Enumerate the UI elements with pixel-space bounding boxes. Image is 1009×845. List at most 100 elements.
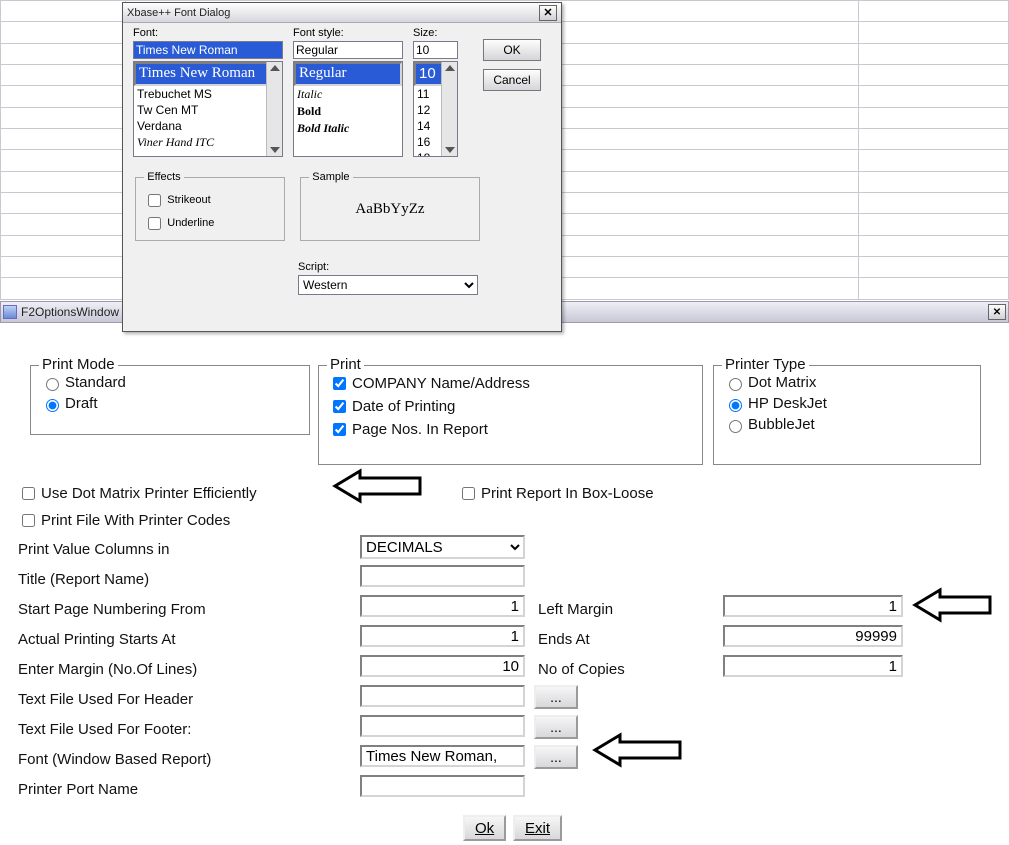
title-input[interactable] [360, 565, 525, 587]
leftmargin-input[interactable] [723, 595, 903, 617]
script-select[interactable]: Western [298, 275, 478, 295]
annotation-arrow-left-icon [590, 730, 690, 770]
font-dialog-close-button[interactable]: ✕ [539, 5, 557, 21]
value-columns-select[interactable]: DECIMALS [360, 535, 525, 559]
ok-button[interactable]: Ok [463, 815, 506, 841]
font-listbox[interactable]: Times New Roman Trebuchet MS Tw Cen MT V… [133, 61, 283, 157]
print-with-codes-checkbox[interactable] [22, 514, 35, 527]
font-list-item[interactable]: Trebuchet MS [134, 86, 282, 102]
font-dialog-titlebar: Xbase++ Font Dialog ✕ [123, 3, 561, 23]
print-mode-standard-radio[interactable] [46, 378, 59, 391]
font-input[interactable] [360, 745, 525, 767]
header-browse-button[interactable]: ... [534, 685, 578, 709]
margin-input[interactable] [360, 655, 525, 677]
strikeout-label: Strikeout [167, 194, 210, 206]
print-pagenos-checkbox[interactable] [333, 423, 346, 436]
print-pagenos-check[interactable]: Page Nos. In Report [329, 420, 692, 439]
font-dialog-cancel-button[interactable]: Cancel [483, 69, 541, 91]
style-list-item[interactable]: Regular [294, 62, 402, 86]
size-listbox[interactable]: 10 11 12 14 16 18 20 [413, 61, 458, 157]
printer-bubblejet[interactable]: BubbleJet [724, 416, 970, 433]
print-mode-draft-radio[interactable] [46, 399, 59, 412]
print-date-checkbox[interactable] [333, 400, 346, 413]
print-legend: Print [327, 356, 364, 373]
endsat-label: Ends At [538, 631, 590, 648]
print-mode-legend: Print Mode [39, 356, 118, 373]
port-input[interactable] [360, 775, 525, 797]
port-label: Printer Port Name [18, 781, 138, 798]
strikeout-checkbox[interactable] [148, 194, 161, 207]
font-list-item[interactable]: Tw Cen MT [134, 102, 282, 118]
exit-button[interactable]: Exit [513, 815, 562, 841]
underline-checkbox[interactable] [148, 217, 161, 230]
startpage-label: Start Page Numbering From [18, 601, 206, 618]
print-mode-draft[interactable]: Draft [41, 395, 299, 412]
style-list-item[interactable]: Bold [294, 103, 402, 120]
size-column-label: Size: [413, 27, 437, 39]
footer-browse-button[interactable]: ... [534, 715, 578, 739]
font-list-item[interactable]: Verdana [134, 118, 282, 134]
print-box-loose[interactable]: Print Report In Box-Loose [458, 484, 654, 503]
font-list-item[interactable]: Times New Roman [134, 62, 282, 86]
print-box-loose-label: Print Report In Box-Loose [481, 485, 654, 502]
print-mode-group: Print Mode Standard Draft [30, 365, 310, 435]
printer-bubblejet-label: BubbleJet [748, 416, 815, 433]
print-box-loose-checkbox[interactable] [462, 487, 475, 500]
print-company-check[interactable]: COMPANY Name/Address [329, 374, 692, 393]
printer-dotmatrix[interactable]: Dot Matrix [724, 374, 970, 391]
font-column-label: Font: [133, 27, 158, 39]
scrollbar[interactable] [266, 62, 282, 156]
print-pagenos-label: Page Nos. In Report [352, 421, 488, 438]
printer-hpdeskjet-label: HP DeskJet [748, 395, 827, 412]
scrollbar[interactable] [441, 62, 457, 156]
header-label: Text File Used For Header [18, 691, 193, 708]
print-date-check[interactable]: Date of Printing [329, 397, 692, 416]
copies-input[interactable] [723, 655, 903, 677]
style-input[interactable] [293, 41, 403, 59]
sample-group: Sample AaBbYyZz [300, 171, 480, 241]
printer-bubblejet-radio[interactable] [729, 420, 742, 433]
header-input[interactable] [360, 685, 525, 707]
sample-text: AaBbYyZz [309, 187, 471, 233]
font-input[interactable] [133, 41, 283, 59]
use-dotmatrix-efficiently-checkbox[interactable] [22, 487, 35, 500]
options-window-close-button[interactable]: ✕ [988, 304, 1006, 320]
footer-input[interactable] [360, 715, 525, 737]
printer-hpdeskjet-radio[interactable] [729, 399, 742, 412]
font-dialog-title: Xbase++ Font Dialog [127, 7, 539, 19]
print-mode-standard[interactable]: Standard [41, 374, 299, 391]
print-company-checkbox[interactable] [333, 377, 346, 390]
margin-label: Enter Margin (No.Of Lines) [18, 661, 197, 678]
print-mode-draft-label: Draft [65, 395, 98, 412]
sample-legend: Sample [309, 171, 352, 183]
size-input[interactable] [413, 41, 458, 59]
style-list-item[interactable]: Italic [294, 86, 402, 103]
style-list-item[interactable]: Bold Italic [294, 120, 402, 137]
startpage-input[interactable] [360, 595, 525, 617]
font-list-item[interactable]: Viner Hand ITC [134, 134, 282, 151]
annotation-arrow-left-icon [330, 466, 430, 506]
leftmargin-label: Left Margin [538, 601, 613, 618]
underline-check[interactable]: Underline [144, 214, 276, 233]
style-column-label: Font style: [293, 27, 344, 39]
endsat-input[interactable] [723, 625, 903, 647]
underline-label: Underline [167, 217, 214, 229]
printer-dotmatrix-radio[interactable] [729, 378, 742, 391]
print-with-codes[interactable]: Print File With Printer Codes [18, 511, 230, 530]
value-columns-label: Print Value Columns in [18, 541, 169, 558]
effects-legend: Effects [144, 171, 183, 183]
font-dialog-ok-button[interactable]: OK [483, 39, 541, 61]
printer-hpdeskjet[interactable]: HP DeskJet [724, 395, 970, 412]
strikeout-check[interactable]: Strikeout [144, 191, 276, 210]
close-icon: ✕ [543, 6, 552, 19]
style-listbox[interactable]: Regular Italic Bold Bold Italic [293, 61, 403, 157]
script-label: Script: [298, 261, 329, 273]
print-company-label: COMPANY Name/Address [352, 375, 530, 392]
use-dotmatrix-efficiently[interactable]: Use Dot Matrix Printer Efficiently [18, 484, 257, 503]
annotation-arrow-left-icon [910, 585, 1000, 625]
actualprint-input[interactable] [360, 625, 525, 647]
font-label: Font (Window Based Report) [18, 751, 211, 768]
print-mode-standard-label: Standard [65, 374, 126, 391]
font-browse-button[interactable]: ... [534, 745, 578, 769]
print-with-codes-label: Print File With Printer Codes [41, 512, 230, 529]
